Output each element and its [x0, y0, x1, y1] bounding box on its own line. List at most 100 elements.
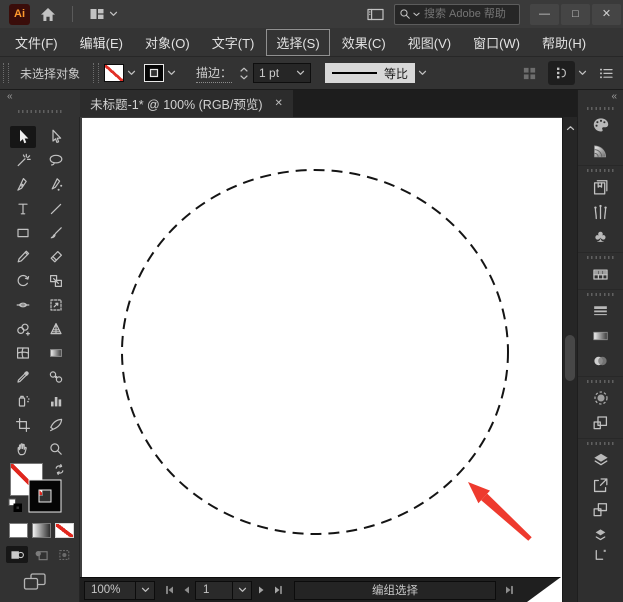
first-artboard-button[interactable] [161, 581, 178, 600]
stroke-weight-label[interactable]: 描边： [196, 64, 232, 83]
panel-grip[interactable] [3, 63, 9, 83]
free-transform-tool[interactable] [43, 294, 69, 316]
rectangle-tool[interactable] [10, 222, 36, 244]
direct-selection-tool[interactable] [43, 126, 69, 148]
transparency-panel-button[interactable] [585, 348, 617, 373]
stroke-swatch[interactable] [28, 479, 62, 513]
magic-wand-tool[interactable] [10, 150, 36, 172]
menu-view[interactable]: 视图(V) [398, 29, 461, 56]
column-graph-tool[interactable] [43, 390, 69, 412]
next-artboard-button[interactable] [252, 581, 269, 600]
gradient-panel-button[interactable] [585, 323, 617, 348]
draw-normal-button[interactable] [6, 546, 28, 563]
close-button[interactable]: ✕ [592, 4, 621, 25]
zoom-level-select[interactable]: 100% [84, 581, 136, 600]
blend-tool[interactable] [43, 366, 69, 388]
swatches-panel-button[interactable] [585, 261, 617, 286]
vertical-scrollbar[interactable] [562, 117, 577, 602]
arrange-documents-button[interactable] [357, 2, 394, 26]
shaper-tool[interactable] [10, 246, 36, 268]
stroke-weight-stepper[interactable] [240, 67, 248, 80]
maximize-button[interactable]: □ [561, 4, 590, 25]
expand-panels-icon[interactable]: « [578, 90, 623, 104]
menu-effect[interactable]: 效果(C) [332, 29, 396, 56]
symbols-panel-button[interactable]: ♣ [585, 224, 617, 249]
gradient-tool[interactable] [43, 342, 69, 364]
color-panel-button[interactable] [585, 112, 617, 137]
lasso-tool[interactable] [43, 150, 69, 172]
width-profile-select[interactable]: 等比 [325, 63, 427, 83]
previous-artboard-button[interactable] [178, 581, 195, 600]
search-input[interactable] [422, 7, 510, 21]
status-tool-indicator[interactable]: 编组选择 [294, 581, 496, 600]
scroll-up-icon[interactable] [566, 125, 575, 131]
status-expand-button[interactable] [500, 581, 517, 600]
color-guide-panel-button[interactable] [585, 137, 617, 162]
curvature-tool[interactable] [43, 174, 69, 196]
panel-grip[interactable] [93, 63, 99, 83]
hand-tool[interactable] [10, 438, 36, 460]
toolbar-grip[interactable] [18, 110, 62, 113]
workspace-switcher[interactable] [548, 61, 587, 85]
stroke-weight-select[interactable]: 1 pt [253, 63, 311, 83]
more-panels-button[interactable] [585, 522, 617, 547]
scale-tool[interactable] [43, 270, 69, 292]
last-artboard-button[interactable] [269, 581, 286, 600]
zoom-level-caret[interactable] [135, 581, 155, 600]
eyedropper-tool[interactable] [10, 366, 36, 388]
width-tool[interactable] [10, 294, 36, 316]
export-panel-button[interactable] [585, 472, 617, 497]
dock-grip[interactable] [587, 107, 615, 110]
workspace-layout-button[interactable] [79, 2, 127, 26]
mesh-tool[interactable] [10, 342, 36, 364]
dock-grip[interactable] [587, 442, 615, 445]
dock-grip[interactable] [587, 256, 615, 259]
type-tool[interactable] [10, 198, 36, 220]
home-button[interactable] [30, 2, 66, 26]
menu-type[interactable]: 文字(T) [202, 29, 265, 56]
symbol-sprayer-tool[interactable] [10, 390, 36, 412]
document-arrange-grid-icon[interactable] [522, 66, 537, 81]
none-button[interactable] [55, 523, 74, 538]
zoom-tool[interactable] [43, 438, 69, 460]
menu-select[interactable]: 选择(S) [266, 29, 329, 56]
brushes-panel-button[interactable] [585, 199, 617, 224]
swap-fill-stroke-icon[interactable] [53, 463, 66, 476]
eraser-tool[interactable] [43, 246, 69, 268]
draw-behind-button[interactable] [30, 546, 52, 563]
selection-tool[interactable] [10, 126, 36, 148]
artboard-number-select[interactable]: 1 [195, 581, 233, 600]
screen-mode-icon[interactable] [22, 572, 48, 592]
help-search[interactable] [394, 4, 520, 25]
gradient-button[interactable] [32, 523, 51, 538]
perspective-grid-tool[interactable] [43, 318, 69, 340]
document-tab[interactable]: 未标题-1* @ 100% (RGB/预览) ✕ [80, 90, 293, 117]
slice-tool[interactable] [43, 414, 69, 436]
menu-file[interactable]: 文件(F) [5, 29, 68, 56]
paintbrush-tool[interactable] [43, 222, 69, 244]
transform-panel-button[interactable] [585, 547, 617, 564]
fill-color-control[interactable] [104, 64, 136, 82]
stroke-panel-button[interactable] [585, 298, 617, 323]
minimize-button[interactable]: — [530, 4, 559, 25]
menu-window[interactable]: 窗口(W) [463, 29, 530, 56]
layers-panel-button[interactable] [585, 447, 617, 472]
menu-object[interactable]: 对象(O) [135, 29, 200, 56]
dock-grip[interactable] [587, 293, 615, 296]
appearance-panel-button[interactable] [585, 385, 617, 410]
rotate-tool[interactable] [10, 270, 36, 292]
menu-edit[interactable]: 编辑(E) [70, 29, 133, 56]
dock-grip[interactable] [587, 380, 615, 383]
artboards-panel-button[interactable] [585, 410, 617, 435]
pen-tool[interactable] [10, 174, 36, 196]
stroke-color-control[interactable] [144, 64, 176, 82]
scrollbar-thumb[interactable] [565, 335, 575, 381]
line-segment-tool[interactable] [43, 198, 69, 220]
default-fill-stroke-icon[interactable] [8, 498, 23, 512]
shape-builder-tool[interactable] [10, 318, 36, 340]
artboard-tool[interactable] [10, 414, 36, 436]
collapse-toolbar-icon[interactable]: « [7, 91, 12, 102]
asset-export-panel-button[interactable] [585, 497, 617, 522]
libraries-panel-button[interactable] [585, 174, 617, 199]
tab-close-icon[interactable]: ✕ [275, 98, 283, 109]
